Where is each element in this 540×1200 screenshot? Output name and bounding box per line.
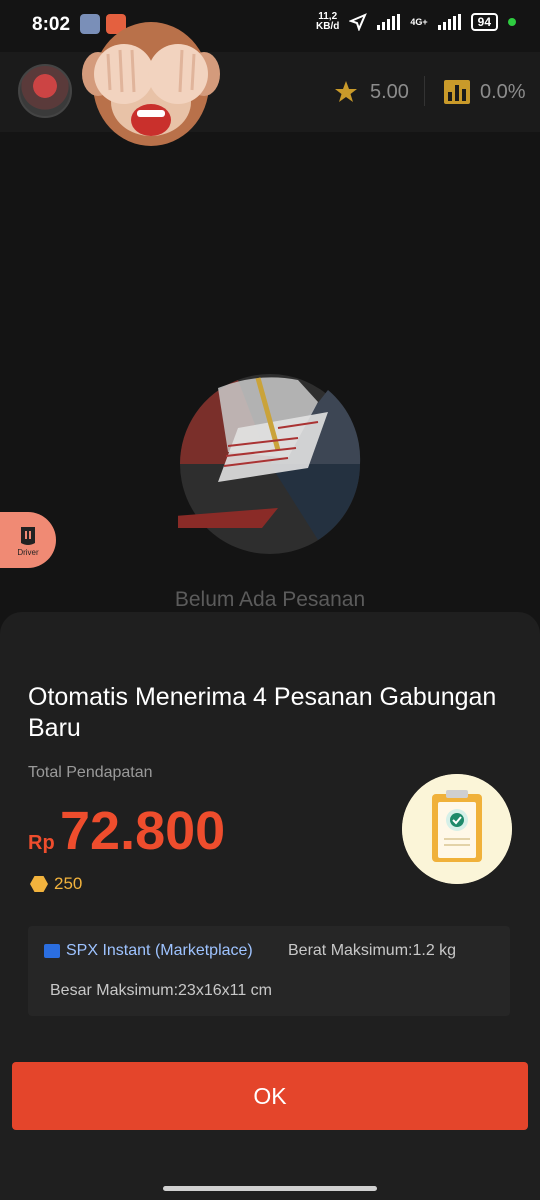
empty-orders-illustration (178, 374, 361, 554)
coin-icon (30, 876, 48, 892)
earnings-label: Total Pendapatan (28, 764, 153, 781)
earnings-amount: 72.800 (60, 801, 226, 861)
rate-value: 0.0% (480, 80, 526, 103)
service-type[interactable]: SPX Instant (Marketplace) (44, 942, 253, 960)
divider (424, 76, 425, 106)
clipboard-check-icon (402, 774, 512, 884)
status-time: 8:02 (32, 14, 71, 35)
see-no-evil-monkey-icon (82, 22, 220, 146)
bar-chart-icon (444, 80, 470, 104)
service-label: SPX Instant (Marketplace) (66, 942, 253, 959)
max-weight: Berat Maksimum:1.2 kg (288, 942, 457, 959)
rating-display[interactable]: 5.00 (334, 80, 409, 104)
empty-state-text: Belum Ada Pesanan (174, 588, 366, 611)
network-speed: 11,2 KB/d (316, 12, 339, 32)
header: 5.00 0.0% (0, 22, 540, 146)
currency-label: Rp (28, 832, 55, 854)
network-type: 4G+ (410, 16, 428, 27)
star-icon (335, 81, 357, 102)
max-size: Besar Maksimum:23x16x11 cm (50, 982, 272, 999)
order-accepted-sheet: Otomatis Menerima 4 Pesanan Gabungan Bar… (0, 612, 540, 1200)
battery-icon: 94 (470, 13, 498, 31)
rate-display[interactable]: 0.0% (444, 80, 526, 104)
order-info-box: SPX Instant (Marketplace) Berat Maksimum… (28, 926, 510, 1016)
signal-icon (437, 14, 461, 30)
ok-button[interactable]: OK (12, 1062, 528, 1130)
driver-label: Driver (17, 548, 39, 557)
driver-icon (21, 527, 35, 545)
signal-icon (377, 14, 401, 30)
spx-icon (44, 944, 60, 958)
privacy-indicator (508, 18, 516, 26)
home-indicator[interactable] (163, 1186, 377, 1191)
driver-button[interactable]: Driver (0, 512, 56, 568)
speed-unit: KB/d (316, 21, 340, 32)
status-right: 11,2 KB/d 4G+ 94 (316, 12, 516, 32)
coins-value: 250 (54, 874, 83, 893)
location-arrow-icon (349, 13, 368, 31)
avatar[interactable] (18, 64, 72, 118)
rating-value: 5.00 (370, 80, 409, 103)
coins-reward: 250 (30, 874, 82, 894)
sheet-title: Otomatis Menerima 4 Pesanan Gabungan Bar… (28, 683, 497, 742)
